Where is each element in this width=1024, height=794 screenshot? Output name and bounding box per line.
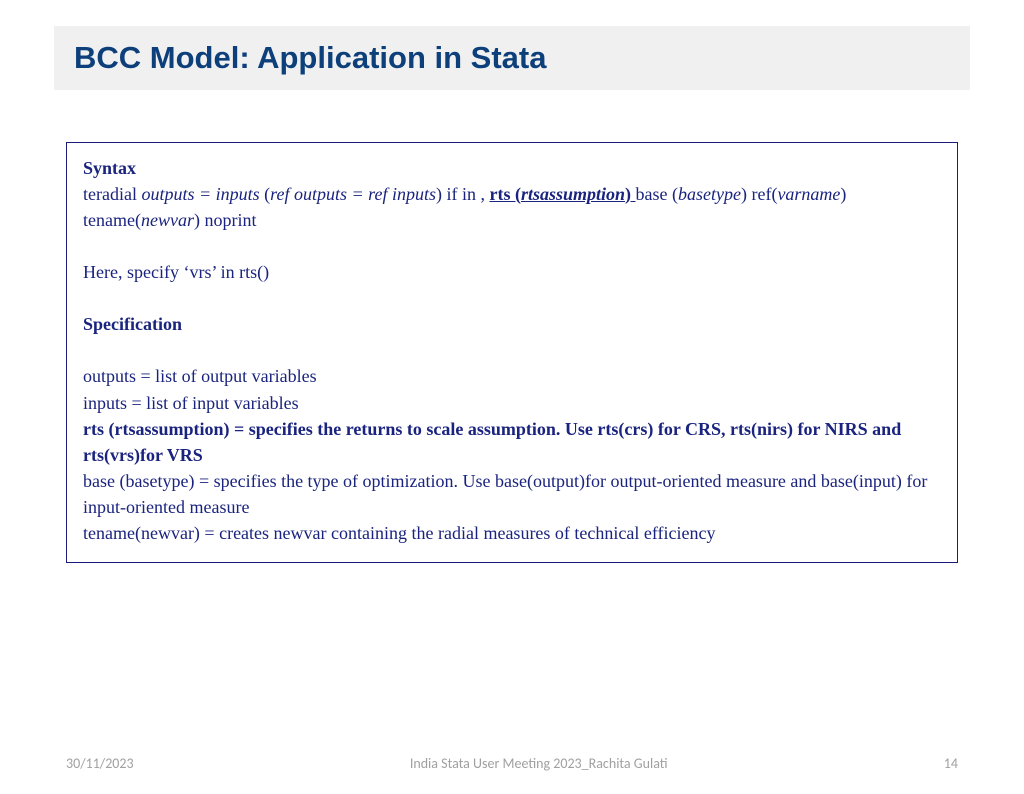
syntax-line: teradial outputs = inputs (ref outputs =… (83, 181, 941, 233)
spec-l4: base (basetype) = specifies the type of … (83, 468, 941, 520)
syntax-rts-open: rts ( (489, 184, 520, 204)
syntax-newvar: newvar (141, 210, 194, 230)
footer: 30/11/2023 India Stata User Meeting 2023… (0, 755, 1024, 772)
spec-heading: Specification (83, 311, 941, 337)
title-bar: BCC Model: Application in Stata (54, 26, 970, 90)
syntax-ref: ref outputs = ref inputs (270, 184, 436, 204)
content-box: Syntax teradial outputs = inputs (ref ou… (66, 142, 958, 563)
syntax-ifin: ) if in , (436, 184, 490, 204)
syntax-rts-close: ) (625, 184, 636, 204)
syntax-label: Syntax (83, 158, 136, 178)
slide-title: BCC Model: Application in Stata (74, 40, 950, 76)
footer-center: India Stata User Meeting 2023_Rachita Gu… (134, 755, 944, 772)
syntax-outin: outputs = inputs (141, 184, 264, 204)
spec-l1: outputs = list of output variables (83, 363, 941, 389)
footer-page: 14 (944, 755, 958, 772)
syntax-varname: varname (777, 184, 840, 204)
spec-l2: inputs = list of input variables (83, 390, 941, 416)
syntax-cmd: teradial (83, 184, 141, 204)
spec-label: Specification (83, 314, 182, 334)
spec-l5: tename(newvar) = creates newvar containi… (83, 520, 941, 546)
syntax-base-open: base ( (636, 184, 678, 204)
syntax-heading: Syntax (83, 155, 941, 181)
spec-l3: rts (rtsassumption) = specifies the retu… (83, 416, 941, 468)
footer-date: 30/11/2023 (66, 755, 134, 772)
syntax-basetype: basetype (678, 184, 741, 204)
note-line: Here, specify ‘vrs’ in rts() (83, 259, 941, 285)
syntax-noprint: ) noprint (194, 210, 257, 230)
syntax-ref-open: ) ref( (741, 184, 777, 204)
syntax-rts-arg: rtsassumption (521, 184, 625, 204)
